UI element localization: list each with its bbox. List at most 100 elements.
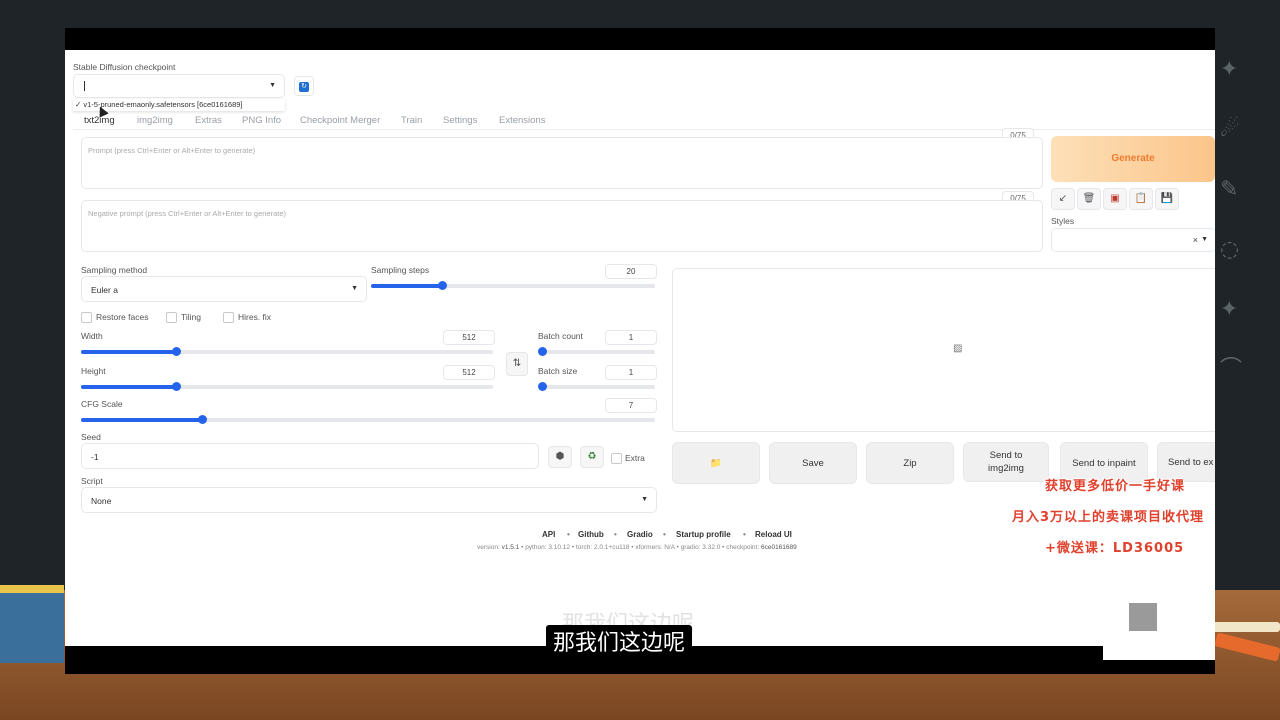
checkpoint-select[interactable]: ▼ bbox=[73, 74, 285, 98]
sampling-method-label: Sampling method bbox=[81, 265, 148, 275]
script-value: None bbox=[91, 496, 112, 506]
styles-select[interactable]: × ▼ bbox=[1051, 228, 1215, 252]
trash-icon: 🗑 bbox=[1082, 193, 1096, 204]
video-letterbox-top bbox=[65, 28, 1215, 50]
send-to-img2img-button[interactable]: Send to img2img bbox=[963, 442, 1049, 482]
swap-icon: ⇅ bbox=[512, 358, 522, 369]
sampling-method-value: Euler a bbox=[91, 285, 118, 295]
footer-link-api[interactable]: API bbox=[542, 530, 555, 539]
footer-link-github[interactable]: Github bbox=[578, 530, 604, 539]
footer-separator: • bbox=[743, 530, 746, 539]
negative-prompt-textarea[interactable]: Negative prompt (press Ctrl+Enter or Alt… bbox=[81, 200, 1043, 252]
footer-link-startup-profile[interactable]: Startup profile bbox=[676, 530, 731, 539]
height-input[interactable]: 512 bbox=[443, 365, 495, 380]
restore-faces-checkbox[interactable] bbox=[81, 312, 92, 323]
tab-train[interactable]: Train bbox=[401, 115, 422, 126]
python-version: python: 3.10.12 bbox=[525, 544, 571, 551]
open-folder-button[interactable]: 📁 bbox=[672, 442, 760, 484]
version-info: version: v1.5.1 • python: 3.10.12 • torc… bbox=[477, 544, 797, 551]
promo-line-3: +微送课：LD36005 bbox=[1045, 541, 1185, 556]
generate-button[interactable]: Generate bbox=[1051, 136, 1215, 182]
batch-count-label: Batch count bbox=[538, 331, 583, 341]
footer-separator: • bbox=[614, 530, 617, 539]
save-style-button[interactable]: 💾 bbox=[1155, 188, 1179, 210]
swap-dimensions-button[interactable]: ⇅ bbox=[506, 352, 528, 376]
clear-styles-icon[interactable]: × bbox=[1193, 235, 1198, 245]
prompt-textarea[interactable]: Prompt (press Ctrl+Enter or Alt+Enter to… bbox=[81, 137, 1043, 189]
batch-count-input[interactable]: 1 bbox=[605, 330, 657, 345]
sampling-steps-label: Sampling steps bbox=[371, 265, 430, 275]
arrow-icon: ↙ bbox=[1058, 193, 1068, 204]
chevron-down-icon: ▼ bbox=[1201, 236, 1208, 243]
hires-fix-label: Hires. fix bbox=[238, 312, 272, 322]
xformers-version: xformers: N/A bbox=[635, 544, 675, 551]
width-label: Width bbox=[81, 331, 103, 341]
tab-extensions[interactable]: Extensions bbox=[499, 115, 545, 126]
styles-label: Styles bbox=[1051, 216, 1075, 226]
save-button[interactable]: Save bbox=[769, 442, 857, 484]
checkpoint-hash-label: checkpoint: bbox=[726, 544, 760, 551]
tab-img2img[interactable]: img2img bbox=[137, 115, 173, 126]
white-strip bbox=[1103, 646, 1215, 660]
negative-prompt-placeholder: Negative prompt (press Ctrl+Enter or Alt… bbox=[88, 209, 287, 218]
version-value: v1.5.1 bbox=[501, 544, 520, 551]
webui-window: Stable Diffusion checkpoint ▼ ↻ ✓ v1-5-p… bbox=[65, 50, 1215, 646]
sampling-steps-slider[interactable] bbox=[371, 281, 655, 290]
width-slider[interactable] bbox=[81, 347, 493, 356]
tab-checkpoint-merger[interactable]: Checkpoint Merger bbox=[300, 115, 380, 126]
prompt-placeholder: Prompt (press Ctrl+Enter or Alt+Enter to… bbox=[88, 146, 256, 155]
chevron-down-icon: ▼ bbox=[641, 496, 648, 503]
refresh-checkpoint-button[interactable]: ↻ bbox=[294, 76, 314, 96]
clear-prompt-button[interactable]: 🗑 bbox=[1077, 188, 1101, 210]
gradio-version: gradio: 3.32.0 bbox=[680, 544, 721, 551]
footer-separator: • bbox=[663, 530, 666, 539]
tiling-checkbox[interactable] bbox=[166, 312, 177, 323]
floppy-icon: 💾 bbox=[1160, 193, 1174, 204]
checkpoint-hash: 6ce0161689 bbox=[760, 544, 797, 551]
batch-count-slider[interactable] bbox=[538, 347, 655, 356]
cfg-scale-label: CFG Scale bbox=[81, 399, 123, 409]
checkpoint-option-label: v1-5-pruned-emaonly.safetensors [6ce0161… bbox=[83, 100, 243, 109]
dice-icon: ⬢ bbox=[555, 451, 565, 462]
books-decoration bbox=[0, 585, 64, 663]
card-icon: ▣ bbox=[1110, 193, 1120, 204]
cfg-scale-slider[interactable] bbox=[81, 415, 655, 424]
seed-value: -1 bbox=[91, 452, 99, 462]
footer-link-gradio[interactable]: Gradio bbox=[627, 530, 653, 539]
output-gallery: ▨ bbox=[672, 268, 1215, 432]
image-placeholder-icon: ▨ bbox=[953, 343, 963, 354]
text-cursor bbox=[84, 81, 85, 91]
subtitle: 那我们这边呢 bbox=[546, 625, 693, 657]
tab-divider bbox=[73, 129, 1215, 130]
extra-networks-button[interactable]: ▣ bbox=[1103, 188, 1127, 210]
sampling-method-select[interactable]: Euler a ▼ bbox=[81, 276, 367, 302]
promo-line-1: 获取更多低价一手好课 bbox=[1045, 479, 1186, 494]
height-label: Height bbox=[81, 366, 106, 376]
sampling-steps-input[interactable]: 20 bbox=[605, 264, 657, 279]
recycle-icon: ♻ bbox=[587, 451, 597, 462]
height-slider[interactable] bbox=[81, 382, 493, 391]
footer-link-reload-ui[interactable]: Reload UI bbox=[755, 530, 792, 539]
read-params-button[interactable]: ↙ bbox=[1051, 188, 1075, 210]
zip-button[interactable]: Zip bbox=[866, 442, 954, 484]
script-select[interactable]: None ▼ bbox=[81, 487, 657, 513]
promo-line-2: 月入3万以上的卖课项目收代理 bbox=[1012, 510, 1205, 525]
tab-settings[interactable]: Settings bbox=[443, 115, 477, 126]
chalk-decoration bbox=[1210, 622, 1280, 632]
tab-txt2img[interactable]: txt2img bbox=[84, 115, 115, 126]
seed-input[interactable]: -1 bbox=[81, 443, 539, 469]
batch-size-slider[interactable] bbox=[538, 382, 655, 391]
apply-style-button[interactable]: 📋 bbox=[1129, 188, 1153, 210]
chevron-down-icon: ▼ bbox=[269, 82, 276, 89]
tab-extras[interactable]: Extras bbox=[195, 115, 222, 126]
random-seed-button[interactable]: ⬢ bbox=[548, 446, 572, 468]
reuse-seed-button[interactable]: ♻ bbox=[580, 446, 604, 468]
cfg-scale-input[interactable]: 7 bbox=[605, 398, 657, 413]
extra-seed-checkbox[interactable] bbox=[611, 453, 622, 464]
width-input[interactable]: 512 bbox=[443, 330, 495, 345]
tiling-label: Tiling bbox=[181, 312, 201, 322]
folder-icon: 📁 bbox=[710, 457, 722, 469]
tab-png-info[interactable]: PNG Info bbox=[242, 115, 281, 126]
hires-fix-checkbox[interactable] bbox=[223, 312, 234, 323]
batch-size-input[interactable]: 1 bbox=[605, 365, 657, 380]
